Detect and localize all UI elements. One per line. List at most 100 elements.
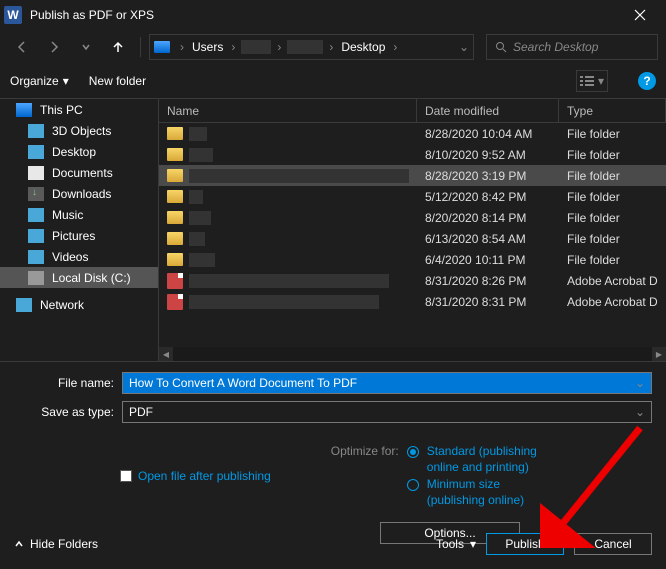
recent-dropdown[interactable] <box>72 33 100 61</box>
arrow-right-icon <box>47 40 61 54</box>
up-button[interactable] <box>104 33 132 61</box>
filename-redacted <box>189 253 215 267</box>
horizontal-scrollbar[interactable]: ◀ ▶ <box>159 347 666 361</box>
sidebar-item-music[interactable]: Music <box>0 204 158 225</box>
cell-date: 5/12/2020 8:42 PM <box>417 190 559 204</box>
standard-radio[interactable] <box>407 446 419 458</box>
table-row[interactable]: 8/31/2020 8:26 PMAdobe Acrobat D <box>159 270 666 291</box>
back-button[interactable] <box>8 33 36 61</box>
table-row[interactable]: 6/4/2020 10:11 PMFile folder <box>159 249 666 270</box>
saveastype-label: Save as type: <box>14 405 122 419</box>
sidebar-item-videos[interactable]: Videos <box>0 246 158 267</box>
cell-date: 8/31/2020 8:26 PM <box>417 274 559 288</box>
search-placeholder: Search Desktop <box>513 40 598 54</box>
organize-menu[interactable]: Organize ▾ <box>10 74 69 88</box>
cell-type: Adobe Acrobat D <box>559 295 666 309</box>
cell-date: 8/20/2020 8:14 PM <box>417 211 559 225</box>
sidebar-item-thispc[interactable]: This PC <box>0 99 158 120</box>
address-bar[interactable]: › Users › › › Desktop › ⌄ <box>149 34 474 60</box>
forward-button[interactable] <box>40 33 68 61</box>
filename-redacted <box>189 295 379 309</box>
filename-redacted <box>189 274 389 288</box>
folder-icon <box>167 232 183 245</box>
tools-dropdown[interactable]: Tools ▾ <box>436 537 476 551</box>
cell-date: 8/28/2020 10:04 AM <box>417 127 559 141</box>
pdf-icon <box>167 273 183 289</box>
folder-icon <box>167 127 183 140</box>
table-row[interactable]: 5/12/2020 8:42 PMFile folder <box>159 186 666 207</box>
cell-type: File folder <box>559 127 666 141</box>
breadcrumb-redacted <box>241 40 271 54</box>
pc-icon <box>154 41 170 53</box>
column-header-type[interactable]: Type <box>559 99 666 122</box>
chevron-down-icon: ▾ <box>63 74 69 88</box>
cell-date: 8/28/2020 3:19 PM <box>417 169 559 183</box>
saveastype-dropdown[interactable]: PDF⌄ <box>122 401 652 423</box>
view-mode-button[interactable]: ▾ <box>576 70 608 92</box>
table-row[interactable]: 8/20/2020 8:14 PMFile folder <box>159 207 666 228</box>
sidebar-item-localdisk[interactable]: Local Disk (C:) <box>0 267 158 288</box>
cell-type: File folder <box>559 211 666 225</box>
table-row[interactable]: 8/31/2020 8:31 PMAdobe Acrobat D <box>159 291 666 312</box>
chevron-down-icon <box>81 42 91 52</box>
search-icon <box>495 41 507 53</box>
hide-folders-button[interactable]: Hide Folders <box>14 537 98 551</box>
scroll-right-button[interactable]: ▶ <box>652 347 666 361</box>
arrow-up-icon <box>111 40 125 54</box>
sidebar-item-network[interactable]: Network <box>0 294 158 315</box>
chevron-down-icon[interactable]: ⌄ <box>459 40 469 54</box>
table-row[interactable]: 8/28/2020 3:19 PMFile folder <box>159 165 666 186</box>
cell-type: File folder <box>559 190 666 204</box>
help-button[interactable]: ? <box>638 72 656 90</box>
sidebar-item-pictures[interactable]: Pictures <box>0 225 158 246</box>
cancel-button[interactable]: Cancel <box>574 533 652 555</box>
open-after-label[interactable]: Open file after publishing <box>138 469 271 483</box>
folder-icon <box>167 211 183 224</box>
disk-icon <box>28 271 44 285</box>
breadcrumb-users[interactable]: Users <box>190 40 225 54</box>
3d-icon <box>28 124 44 138</box>
chevron-up-icon <box>14 539 24 549</box>
chevron-down-icon[interactable]: ⌄ <box>635 376 645 390</box>
new-folder-button[interactable]: New folder <box>89 74 146 88</box>
filename-label: File name: <box>14 376 122 390</box>
folder-icon <box>167 169 183 182</box>
standard-radio-label[interactable]: Standard (publishing online and printing… <box>427 444 557 475</box>
minimum-radio-label[interactable]: Minimum size (publishing online) <box>427 477 557 508</box>
sidebar-item-desktop[interactable]: Desktop <box>0 141 158 162</box>
cell-type: File folder <box>559 169 666 183</box>
table-row[interactable]: 6/13/2020 8:54 AMFile folder <box>159 228 666 249</box>
column-header-name[interactable]: Name <box>159 99 417 122</box>
publish-button[interactable]: Publish <box>486 533 564 555</box>
sidebar-item-3dobjects[interactable]: 3D Objects <box>0 120 158 141</box>
word-app-icon: W <box>4 6 22 24</box>
cell-type: Adobe Acrobat D <box>559 274 666 288</box>
cell-date: 6/4/2020 10:11 PM <box>417 253 559 267</box>
chevron-down-icon: ▾ <box>470 537 476 551</box>
column-header-date[interactable]: Date modified <box>417 99 559 122</box>
chevron-right-icon: › <box>325 40 337 54</box>
separator <box>140 37 141 57</box>
filename-redacted <box>189 190 203 204</box>
open-after-checkbox[interactable] <box>120 470 132 482</box>
search-input[interactable]: Search Desktop <box>486 34 658 60</box>
cell-type: File folder <box>559 232 666 246</box>
downloads-icon <box>28 187 44 201</box>
network-icon <box>16 298 32 312</box>
minimum-radio[interactable] <box>407 479 419 491</box>
sidebar-item-downloads[interactable]: Downloads <box>0 183 158 204</box>
chevron-right-icon: › <box>227 40 239 54</box>
documents-icon <box>28 166 44 180</box>
pictures-icon <box>28 229 44 243</box>
navigation-pane: This PC 3D Objects Desktop Documents Dow… <box>0 99 158 361</box>
table-row[interactable]: 8/28/2020 10:04 AMFile folder <box>159 123 666 144</box>
breadcrumb-desktop[interactable]: Desktop <box>339 40 387 54</box>
close-button[interactable] <box>617 0 662 30</box>
scroll-left-button[interactable]: ◀ <box>159 347 173 361</box>
sidebar-item-documents[interactable]: Documents <box>0 162 158 183</box>
cell-date: 8/10/2020 9:52 AM <box>417 148 559 162</box>
list-view-icon <box>580 75 596 87</box>
table-row[interactable]: 8/10/2020 9:52 AMFile folder <box>159 144 666 165</box>
file-list: Name Date modified Type 8/28/2020 10:04 … <box>158 99 666 361</box>
filename-input[interactable]: How To Convert A Word Document To PDF⌄ <box>122 372 652 394</box>
